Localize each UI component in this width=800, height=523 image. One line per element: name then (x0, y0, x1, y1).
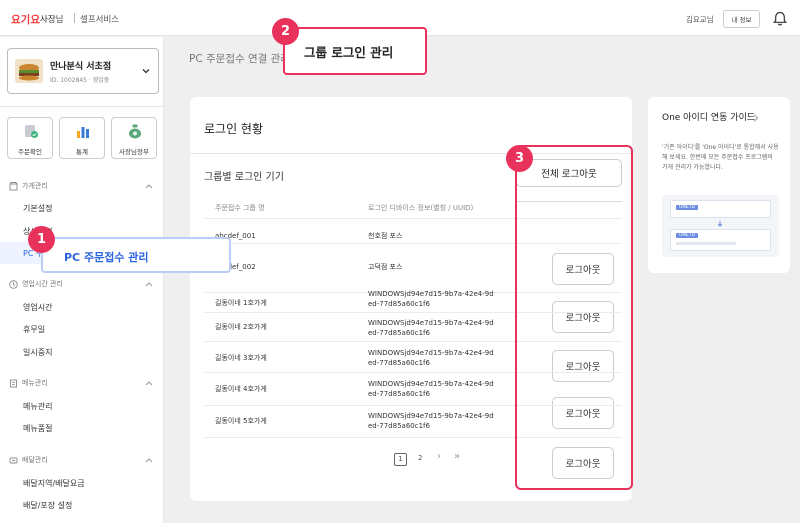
sidebar-item-business-hours[interactable]: 영업시간 (23, 302, 52, 313)
brand-logo[interactable]: 요기요 (11, 12, 40, 27)
section-title: 그룹별 로그인 기기 (204, 172, 284, 183)
chevron-up-icon[interactable] (145, 380, 153, 386)
device-info: 천호점 포스 (368, 232, 403, 240)
order-check-icon (25, 125, 38, 138)
device-info-line: ed-77d85a60c1f6 (368, 390, 430, 398)
quick-link-orders[interactable]: 주문확인 (7, 117, 53, 159)
group-name: 길동이네 4호가게 (215, 385, 267, 393)
illust-card-a: ONE ID (670, 200, 771, 218)
sidebar-section-label: 가게관리 (22, 182, 48, 190)
sidebar-item-pause[interactable]: 일시중지 (23, 347, 52, 358)
store-selector[interactable]: 만나분식 서초점 ID. 1002845 · 영업중 (7, 48, 159, 94)
group-name: 길동이네 1호가게 (215, 299, 267, 307)
money-bag-icon (129, 124, 141, 139)
illust-tag-a: ONE ID (676, 205, 698, 210)
store-icon (9, 181, 18, 190)
quick-link-label: 통계 (76, 148, 88, 156)
brand-divider (74, 13, 75, 23)
device-info-line: ed-77d85a60c1f6 (368, 300, 430, 308)
callout-pc-order: PC 주문접수 관리 (41, 237, 231, 273)
sidebar-item-delivery-pickup[interactable]: 배달/포장 설정 (23, 500, 72, 511)
store-name: 만나분식 서초점 (50, 62, 112, 72)
panel-title: 로그인 현황 (204, 122, 264, 136)
menu-doc-icon (10, 379, 17, 387)
chevron-up-icon[interactable] (145, 183, 153, 189)
sidebar-item-basic-settings[interactable]: 기본설정 (23, 203, 52, 214)
step-marker-2: 2 (272, 18, 299, 45)
next-page-icon[interactable]: › (437, 451, 441, 462)
quick-link-stats[interactable]: 통계 (59, 117, 105, 159)
device-info-line: ed-77d85a60c1f6 (368, 422, 430, 430)
sidebar-item-delivery-area[interactable]: 배달지역/배달요금 (23, 478, 85, 489)
column-header-device: 로그인 디바이스 정보(별칭 / UUID) (368, 204, 474, 212)
guide-description: '기존 아이디'를 'One 아이디'로 통합해서 사용해 보세요. 한번에 모… (662, 144, 779, 171)
page-1-button[interactable]: 1 (394, 453, 407, 466)
sidebar-divider (0, 106, 164, 107)
chevron-up-icon[interactable] (145, 457, 153, 463)
device-info-line: ed-77d85a60c1f6 (368, 329, 430, 337)
self-service-label: 셀프서비스 (80, 15, 120, 25)
my-info-button[interactable]: 내 정보 (723, 10, 760, 28)
sidebar-section-menu[interactable]: 메뉴관리 (9, 378, 48, 388)
group-name: 길동이네 5호가게 (215, 417, 267, 425)
quick-link-label: 주문확인 (18, 148, 42, 156)
page-2-button[interactable]: 2 (418, 454, 422, 462)
sidebar-section-label: 메뉴관리 (22, 379, 48, 387)
quick-link-ledger[interactable]: 사장님장부 (111, 117, 157, 159)
step-marker-1: 1 (28, 226, 55, 253)
store-id: ID. 1002845 · 영업중 (50, 77, 110, 84)
sidebar-section-store[interactable]: 가게관리 (9, 181, 48, 191)
sidebar-item-menu-manage[interactable]: 메뉴관리 (23, 401, 52, 412)
sidebar-item-holidays[interactable]: 휴무일 (23, 324, 45, 335)
chevron-up-icon[interactable] (145, 281, 153, 287)
step-marker-3: 3 (506, 145, 533, 172)
user-name: 김요교님 (686, 15, 714, 24)
device-info-line: WINDOWSjd94e7d15-9b7a-42e4-9d (368, 412, 494, 420)
illust-line (676, 242, 736, 245)
highlight-box-logout-column (515, 145, 633, 490)
device-info-line: WINDOWSjd94e7d15-9b7a-42e4-9d (368, 290, 494, 298)
quick-link-label: 사장님장부 (119, 148, 149, 156)
bar-chart-icon (77, 127, 89, 138)
one-id-guide-card[interactable]: One 아이디 연동 가이드 '기존 아이디'를 'One 아이디'로 통합해서… (648, 97, 790, 273)
callout-2-label: 그룹 로그인 관리 (304, 45, 394, 60)
store-thumbnail (15, 59, 43, 83)
sidebar-section-label: 배달관리 (22, 456, 48, 464)
illust-card-b: ONE ID (670, 229, 771, 251)
clock-icon (9, 279, 18, 289)
last-page-icon[interactable]: » (454, 451, 460, 462)
delivery-icon (9, 457, 18, 463)
group-name: 길동이네 2호가게 (215, 323, 267, 331)
arrow-down-icon (717, 221, 723, 227)
chevron-down-icon (142, 69, 150, 74)
device-info-line: WINDOWSjd94e7d15-9b7a-42e4-9d (368, 380, 494, 388)
sidebar-item-menu-soldout[interactable]: 메뉴품절 (23, 423, 52, 434)
brand-owner-label: 사장님 (40, 15, 64, 25)
callout-group-login: 그룹 로그인 관리 (283, 27, 427, 75)
device-info-line: ed-77d85a60c1f6 (368, 359, 430, 367)
sidebar-section-label: 영업시간 관리 (22, 280, 63, 288)
sidebar: 만나분식 서초점 ID. 1002845 · 영업중 주문확인 통계 사장님장부 (0, 37, 164, 523)
callout-1-label: PC 주문접수 관리 (64, 251, 149, 264)
page-title: PC 주문접수 연결 관리 (189, 53, 290, 65)
device-info-line: WINDOWSjd94e7d15-9b7a-42e4-9d (368, 319, 494, 327)
sidebar-section-hours[interactable]: 영업시간 관리 (9, 279, 63, 289)
group-name: 길동이네 3호가게 (215, 354, 267, 362)
column-header-group: 주문접수 그룹 명 (215, 204, 265, 212)
guide-illustration: ONE ID ONE ID (662, 195, 779, 257)
illust-tag-b: ONE ID (676, 233, 698, 238)
chevron-right-icon (753, 114, 759, 122)
guide-title: One 아이디 연동 가이드 (662, 113, 756, 123)
device-info: 고덕점 포스 (368, 263, 403, 271)
device-info-line: WINDOWSjd94e7d15-9b7a-42e4-9d (368, 349, 494, 357)
sidebar-section-delivery[interactable]: 배달관리 (9, 455, 48, 465)
bell-icon[interactable] (773, 11, 787, 26)
